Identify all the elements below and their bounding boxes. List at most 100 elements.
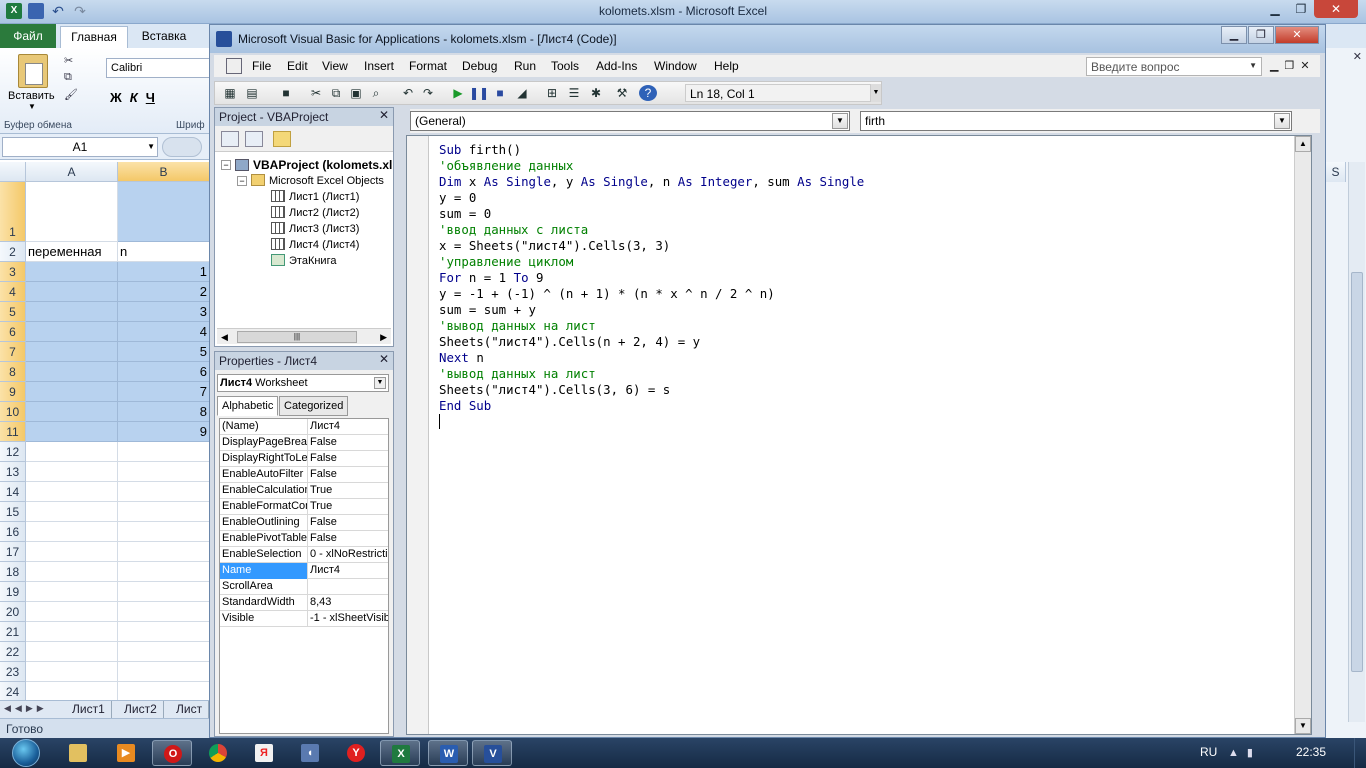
cell[interactable]: [118, 582, 210, 602]
row-header[interactable]: 6: [0, 322, 26, 342]
property-row[interactable]: ScrollArea: [220, 579, 388, 595]
code-line[interactable]: Next n: [439, 350, 864, 366]
view-code-icon[interactable]: [221, 131, 239, 147]
cell[interactable]: [118, 622, 210, 642]
cell[interactable]: [118, 602, 210, 622]
row-header[interactable]: 18: [0, 562, 26, 582]
taskbar-chrome[interactable]: [198, 740, 238, 766]
property-row[interactable]: Name Лист4: [220, 563, 388, 579]
taskbar-word[interactable]: W: [428, 740, 468, 766]
language-indicator[interactable]: RU: [1200, 745, 1217, 759]
property-value[interactable]: 8,43: [308, 595, 388, 611]
code-line[interactable]: Sheets("лист4").Cells(n + 2, 4) = y: [439, 334, 864, 350]
tree-item-project[interactable]: VBAProject (kolomets.xl: [235, 158, 392, 172]
tray-icons[interactable]: ▲▮: [1228, 746, 1261, 759]
cell[interactable]: [118, 182, 210, 242]
property-value[interactable]: False: [308, 531, 388, 547]
property-row[interactable]: EnableOutlining False: [220, 515, 388, 531]
start-button[interactable]: [8, 738, 48, 768]
cell[interactable]: [26, 482, 118, 502]
cell[interactable]: [118, 482, 210, 502]
cell[interactable]: [26, 542, 118, 562]
font-name-input[interactable]: Calibri: [106, 58, 210, 78]
cell[interactable]: [26, 422, 118, 442]
row-header[interactable]: 5: [0, 302, 26, 322]
property-row[interactable]: EnableCalculation True: [220, 483, 388, 499]
row-header[interactable]: 22: [0, 642, 26, 662]
property-value[interactable]: [308, 579, 388, 595]
project-explorer-icon[interactable]: ⊞: [543, 85, 561, 101]
code-line[interactable]: y = -1 + (-1) ^ (n + 1) * (n * x ^ n / 2…: [439, 286, 864, 302]
tab-alphabetic[interactable]: Alphabetic: [217, 396, 279, 416]
taskbar-vba[interactable]: V: [472, 740, 512, 766]
property-row[interactable]: EnableFormatCon True: [220, 499, 388, 515]
code-margin[interactable]: [407, 136, 429, 734]
row-header[interactable]: 20: [0, 602, 26, 622]
row-header[interactable]: 8: [0, 362, 26, 382]
cell[interactable]: [26, 582, 118, 602]
property-value[interactable]: False: [308, 515, 388, 531]
column-header[interactable]: A: [26, 162, 118, 182]
chevron-down-icon[interactable]: ▼: [28, 102, 36, 111]
tab-file[interactable]: Файл: [0, 24, 56, 48]
cell[interactable]: [118, 442, 210, 462]
cell[interactable]: [118, 562, 210, 582]
row-header[interactable]: 19: [0, 582, 26, 602]
chevron-down-icon[interactable]: ▼: [1274, 113, 1290, 129]
property-row[interactable]: EnableAutoFilter False: [220, 467, 388, 483]
scrollbar-thumb[interactable]: [1351, 272, 1363, 672]
restore-icon[interactable]: ❐: [1248, 26, 1274, 44]
taskbar-opera[interactable]: O: [152, 740, 192, 766]
undo-icon[interactable]: ↶: [399, 85, 417, 101]
row-header[interactable]: 9: [0, 382, 26, 402]
property-row[interactable]: (Name) Лист4: [220, 419, 388, 435]
row-header[interactable]: 4: [0, 282, 26, 302]
menu-run[interactable]: Run: [514, 59, 536, 73]
menu-add-ins[interactable]: Add-Ins: [596, 59, 637, 73]
row-header[interactable]: 12: [0, 442, 26, 462]
arrow-left-icon[interactable]: ◀: [221, 332, 228, 343]
property-value[interactable]: -1 - xlSheetVisib: [308, 611, 388, 627]
property-value[interactable]: False: [308, 435, 388, 451]
property-row[interactable]: DisplayPageBreak False: [220, 435, 388, 451]
menu-help[interactable]: Help: [714, 59, 739, 73]
tree-item-sheet2[interactable]: Лист2 (Лист2): [271, 206, 359, 219]
cell[interactable]: [26, 442, 118, 462]
object-combo[interactable]: (General) ▼: [410, 111, 850, 131]
stop-icon[interactable]: ■: [491, 85, 509, 101]
cell[interactable]: [26, 322, 118, 342]
view-object-icon[interactable]: [245, 131, 263, 147]
cell[interactable]: [118, 502, 210, 522]
copy-icon[interactable]: ⧉: [327, 85, 345, 101]
run-icon[interactable]: ▶: [449, 85, 467, 101]
tab-categorized[interactable]: Categorized: [279, 396, 349, 416]
property-row[interactable]: StandardWidth 8,43: [220, 595, 388, 611]
property-row[interactable]: Visible -1 - xlSheetVisib: [220, 611, 388, 627]
cell[interactable]: 4: [118, 322, 210, 342]
arrow-up-icon[interactable]: ▲: [1295, 136, 1311, 152]
select-all-corner[interactable]: [0, 162, 26, 182]
code-line[interactable]: sum = sum + y: [439, 302, 864, 318]
pause-icon[interactable]: ❚❚: [469, 85, 489, 101]
cut-icon[interactable]: ✂: [64, 54, 80, 68]
save-icon[interactable]: ■: [277, 85, 295, 101]
workbook-window-controls[interactable]: ✕: [1353, 50, 1362, 63]
cell[interactable]: [118, 662, 210, 682]
tree-item-sheet4[interactable]: Лист4 (Лист4): [271, 238, 359, 251]
tree-item-thisworkbook[interactable]: ЭтаКнига: [271, 254, 336, 267]
row-header[interactable]: 2: [0, 242, 26, 262]
cell[interactable]: [118, 522, 210, 542]
cell[interactable]: [26, 502, 118, 522]
collapse-icon[interactable]: −: [221, 160, 231, 170]
code-line[interactable]: 'вывод данных на лист: [439, 318, 864, 334]
vba-app-icon[interactable]: [216, 31, 232, 47]
code-line[interactable]: 'управление циклом: [439, 254, 864, 270]
code-line[interactable]: sum = 0: [439, 206, 864, 222]
code-line[interactable]: Sheets("лист4").Cells(3, 6) = s: [439, 382, 864, 398]
row-header[interactable]: 24: [0, 682, 26, 702]
object-selector[interactable]: Лист4 Worksheet ▼: [217, 374, 389, 392]
row-header[interactable]: 1: [0, 182, 26, 242]
row-header[interactable]: 13: [0, 462, 26, 482]
taskbar-media[interactable]: ▶: [106, 740, 146, 766]
copy-icon[interactable]: ⧉: [64, 71, 80, 85]
